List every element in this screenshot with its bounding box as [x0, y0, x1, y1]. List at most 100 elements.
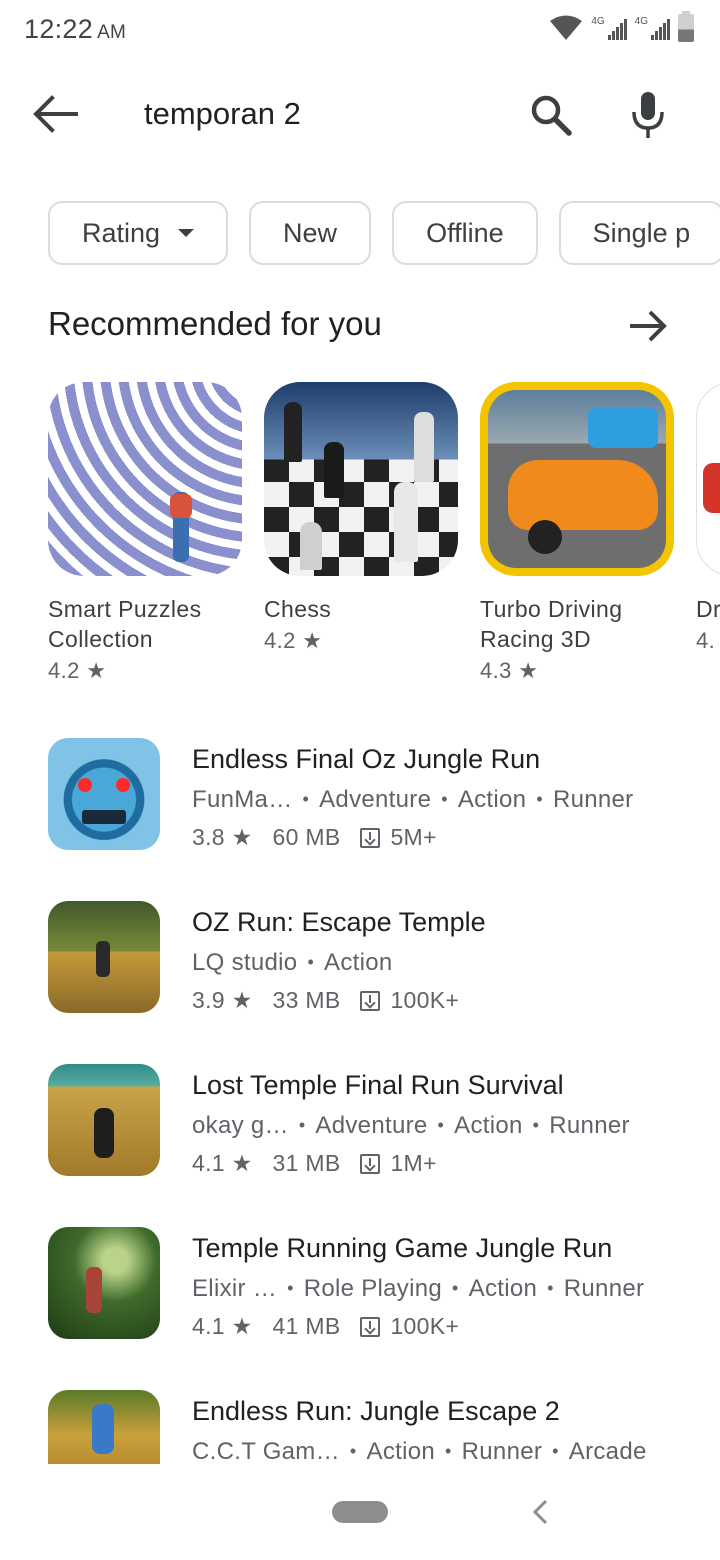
search-icon[interactable] — [526, 90, 576, 140]
app-genre: Runner — [461, 1438, 543, 1465]
app-developer: FunMa… — [192, 786, 293, 813]
card-title: Dr — [696, 596, 720, 622]
app-rating: 4.1 ★ — [192, 1313, 253, 1339]
app-size: 60 MB — [272, 824, 341, 850]
app-card[interactable]: Smart Puzzles Collection 4.2 ★ — [48, 382, 242, 684]
network-1-label: 4G — [591, 16, 605, 27]
app-genre: Action — [454, 1112, 523, 1139]
card-title: Chess — [264, 596, 332, 622]
chip-offline[interactable]: Offline — [392, 201, 538, 265]
search-bar: temporan 2 — [0, 70, 720, 160]
app-downloads: 1M+ — [390, 1150, 437, 1176]
app-genre: Runner — [563, 1275, 645, 1302]
app-genre: Action — [366, 1438, 436, 1465]
app-meta: Elixir … • Role Playing • Action • Runner — [192, 1275, 645, 1302]
search-query[interactable]: temporan 2 — [144, 96, 301, 132]
signal-2-icon: 4G — [635, 16, 670, 40]
app-title: Endless Final Oz Jungle Run — [192, 744, 541, 774]
network-2-label: 4G — [634, 16, 648, 27]
app-rating: 3.9 ★ — [192, 987, 253, 1013]
app-stats: 4.1 ★ 31 MB 1M+ — [192, 1150, 437, 1177]
app-title: OZ Run: Escape Temple — [192, 907, 486, 937]
chess-icon — [264, 382, 458, 576]
ampm-text: AM — [97, 22, 127, 43]
chip-new[interactable]: New — [249, 201, 372, 265]
home-pill[interactable] — [332, 1501, 388, 1523]
download-icon — [360, 827, 381, 848]
card-rating: 4. — [696, 628, 716, 653]
download-icon — [360, 1316, 381, 1337]
app-card[interactable]: Dr 4. — [696, 382, 720, 654]
wifi-icon — [550, 15, 583, 40]
app-developer: Elixir … — [192, 1275, 278, 1302]
time-text: 12:22 — [24, 14, 94, 44]
filter-chips: Rating New Offline Single p — [48, 201, 720, 265]
list-item[interactable]: Temple Running Game Jungle Run Elixir … •… — [48, 1227, 720, 1347]
mic-icon[interactable] — [626, 88, 670, 142]
list-item[interactable]: Endless Final Oz Jungle Run FunMa… • Adven… — [48, 738, 720, 858]
app-rating: 4.1 ★ — [192, 1150, 253, 1176]
jungle-runner-icon — [48, 1227, 160, 1339]
list-item[interactable]: Lost Temple Final Run Survival okay g… • A… — [48, 1064, 720, 1184]
arrow-right-icon[interactable] — [626, 306, 670, 346]
app-title: Lost Temple Final Run Survival — [192, 1070, 564, 1100]
chip-single-player[interactable]: Single p — [558, 201, 720, 265]
car-icon — [696, 382, 720, 576]
section-title: Recommended for you — [48, 305, 382, 342]
app-genre: Action — [457, 786, 527, 813]
temple-runner-icon — [48, 901, 160, 1013]
monster-mask-icon — [48, 738, 160, 850]
app-genre: Role Playing — [303, 1275, 443, 1302]
card-rating: 4.2 ★ — [48, 658, 107, 683]
app-downloads: 100K+ — [390, 987, 460, 1013]
app-title: Endless Run: Jungle Escape 2 — [192, 1396, 560, 1426]
app-meta: C.C.T Gam… • Action • Runner • Arcade — [192, 1438, 647, 1465]
signal-1-icon: 4G — [591, 16, 627, 40]
chip-rating[interactable]: Rating — [48, 201, 229, 265]
maze-icon — [48, 382, 242, 576]
download-icon — [360, 990, 381, 1011]
app-genre: Runner — [549, 1112, 630, 1139]
app-genre: Action — [324, 949, 393, 976]
race-car-icon — [480, 382, 674, 576]
app-rating: 3.8 ★ — [192, 824, 253, 850]
app-meta: okay g… • Adventure • Action • Runner — [192, 1112, 630, 1139]
app-size: 33 MB — [272, 987, 341, 1013]
app-stats: 3.9 ★ 33 MB 100K+ — [192, 987, 459, 1014]
card-title: Turbo Driving Racing 3D — [480, 596, 623, 652]
card-rating: 4.2 ★ — [264, 628, 323, 653]
chip-label: Single p — [592, 217, 691, 248]
card-rating: 4.3 ★ — [480, 658, 539, 683]
app-developer: LQ studio — [192, 949, 298, 976]
card-title: Smart Puzzles Collection — [48, 596, 202, 652]
app-size: 31 MB — [272, 1150, 341, 1176]
download-icon — [360, 1153, 381, 1174]
app-developer: C.C.T Gam… — [192, 1438, 340, 1465]
status-icons: 4G 4G — [549, 11, 694, 42]
nav-back-icon[interactable] — [528, 1498, 552, 1526]
app-genre: Adventure — [315, 1112, 428, 1139]
status-time: 12:22 AM — [24, 14, 126, 45]
app-genre: Action — [468, 1275, 538, 1302]
list-item[interactable]: OZ Run: Escape Temple LQ studio • Action 3… — [48, 901, 720, 1021]
app-downloads: 100K+ — [390, 1313, 460, 1339]
temple-runner-icon — [48, 1064, 160, 1176]
app-card[interactable]: Chess 4.2 ★ — [264, 382, 458, 654]
app-developer: okay g… — [192, 1112, 289, 1139]
app-meta: FunMa… • Adventure • Action • Runner — [192, 786, 634, 813]
dropdown-caret-icon — [178, 229, 195, 237]
back-arrow-icon[interactable] — [30, 92, 82, 136]
app-title: Temple Running Game Jungle Run — [192, 1233, 613, 1263]
app-card[interactable]: Turbo Driving Racing 3D 4.3 ★ — [480, 382, 674, 684]
status-bar: 12:22 AM 4G 4G — [0, 0, 720, 60]
app-size: 41 MB — [272, 1313, 341, 1339]
app-meta: LQ studio • Action — [192, 949, 393, 976]
battery-icon — [678, 11, 694, 42]
chip-label: New — [283, 217, 338, 248]
app-downloads: 5M+ — [390, 824, 437, 850]
chip-label: Rating — [82, 217, 161, 248]
recommended-cards: Smart Puzzles Collection 4.2 ★ Chess 4.2… — [48, 382, 720, 702]
app-genre: Adventure — [319, 786, 432, 813]
chip-label: Offline — [426, 217, 504, 248]
app-genre: Arcade — [568, 1438, 647, 1465]
